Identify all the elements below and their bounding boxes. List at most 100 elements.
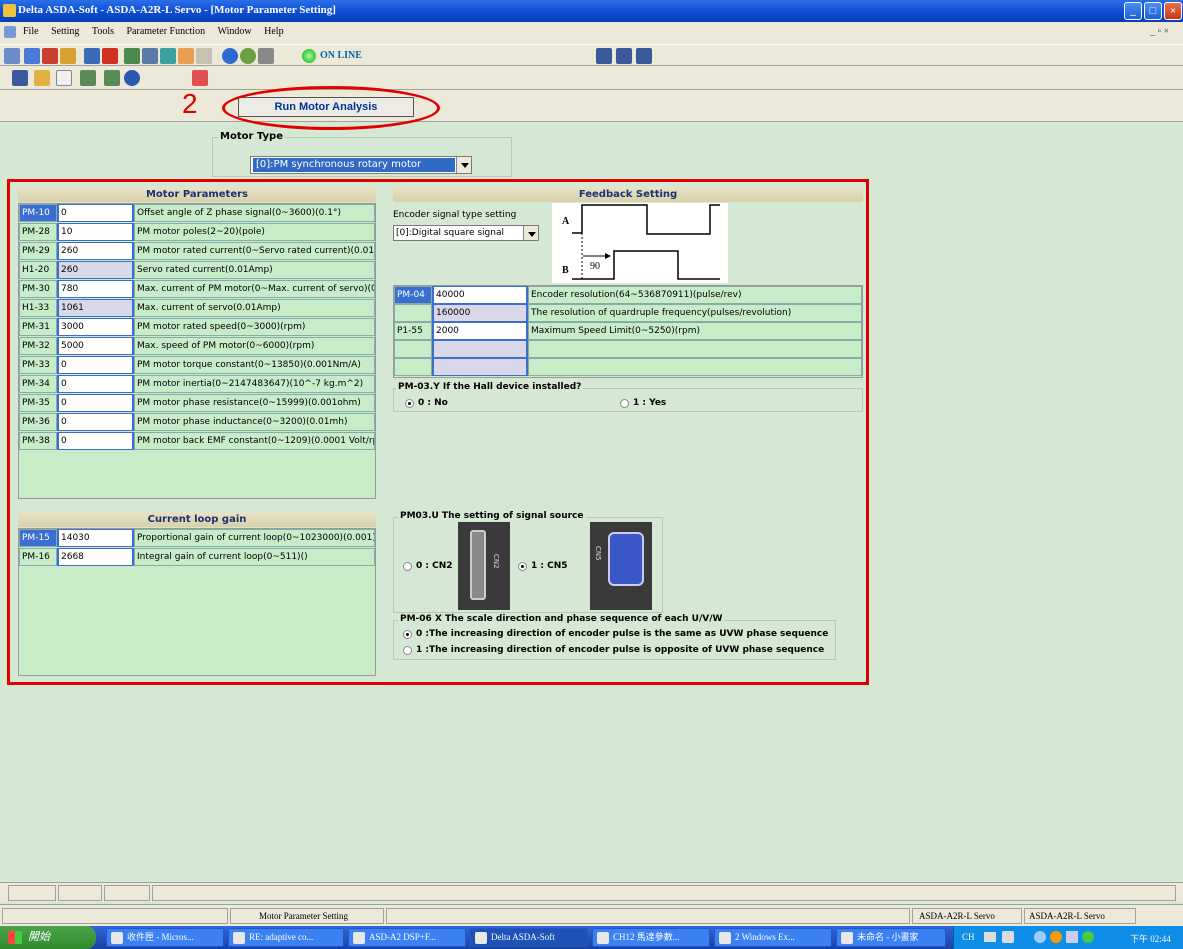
- chart-icon[interactable]: [142, 48, 158, 64]
- monitor-icon[interactable]: [84, 48, 100, 64]
- parameter-value-input[interactable]: 260: [57, 242, 134, 260]
- language-indicator[interactable]: CH: [962, 932, 975, 942]
- parameter-value-input[interactable]: 780: [57, 280, 134, 298]
- taskbar-item-label: ASD-A2 DSP+F...: [369, 932, 436, 942]
- hand-icon[interactable]: [178, 48, 194, 64]
- menu-help[interactable]: Help: [259, 22, 288, 41]
- encoder-signal-diagram: A B 90: [552, 203, 728, 283]
- minimize-button[interactable]: _: [1124, 2, 1142, 20]
- parameter-code: [394, 304, 432, 322]
- parameter-value-input[interactable]: 1061: [57, 299, 134, 317]
- parameter-description: Max. current of servo(0.01Amp): [134, 299, 375, 317]
- parameter-value-input[interactable]: 40000: [432, 286, 528, 304]
- cascade-icon[interactable]: [616, 48, 632, 64]
- parameter-value-input[interactable]: 160000: [432, 304, 528, 322]
- motor-type-label: Motor Type: [218, 131, 285, 142]
- signal-b-label: B: [562, 265, 569, 276]
- menu-tools[interactable]: Tools: [87, 22, 119, 41]
- ime-help-icon[interactable]: [1002, 931, 1014, 943]
- taskbar-item[interactable]: 收件匣 - Micros...: [106, 928, 224, 947]
- gear-icon[interactable]: [124, 48, 140, 64]
- menu-setting[interactable]: Setting: [46, 22, 84, 41]
- taskbar-item[interactable]: CH12 馬達參數...: [592, 928, 710, 947]
- parameter-value-input[interactable]: 0: [57, 356, 134, 374]
- arrange-icon[interactable]: [636, 48, 652, 64]
- keyboard-icon[interactable]: [984, 932, 996, 942]
- online-indicator: ON LINE: [302, 48, 362, 64]
- network-icon[interactable]: [1034, 931, 1046, 943]
- taskbar-item-label: 2 Windows Ex...: [735, 932, 795, 942]
- hall-yes-radio[interactable]: [620, 399, 629, 408]
- motor-parameters-table: PM-10 0 Offset angle of Z phase signal(0~3…: [18, 203, 376, 499]
- parameter-value-input[interactable]: 0: [57, 375, 134, 393]
- parameter-value-input[interactable]: 3000: [57, 318, 134, 336]
- hall-no-radio[interactable]: [405, 399, 414, 408]
- taskbar-item[interactable]: 未命名 - 小畫家: [836, 928, 946, 947]
- parameter-value-input[interactable]: 0: [57, 204, 134, 222]
- direction-opposite-radio[interactable]: [403, 646, 412, 655]
- taskbar-item-label: 未命名 - 小畫家: [857, 932, 919, 942]
- parameter-value-input[interactable]: [432, 340, 528, 358]
- parameter-value-input[interactable]: [432, 358, 528, 376]
- menu-window[interactable]: Window: [213, 22, 257, 41]
- chevron-down-icon[interactable]: [523, 226, 538, 240]
- taskbar-item[interactable]: 2 Windows Ex...: [714, 928, 832, 947]
- menu-parameter-function[interactable]: Parameter Function: [122, 22, 211, 41]
- parameter-value-input[interactable]: 14030: [57, 529, 134, 547]
- write-icon[interactable]: [104, 70, 120, 86]
- jog-icon[interactable]: [196, 48, 212, 64]
- parameter-row: PM-35 0 PM motor phase resistance(0~15999)…: [19, 394, 375, 412]
- taskbar-item[interactable]: Delta ASDA-Soft: [470, 928, 588, 947]
- system-clock[interactable]: 下午 02:44: [1130, 932, 1171, 945]
- new-icon[interactable]: [56, 70, 72, 86]
- mdi-controls[interactable]: _ ▫ ×: [1150, 26, 1169, 37]
- info-icon[interactable]: [240, 48, 256, 64]
- motor-icon[interactable]: [60, 48, 76, 64]
- parameter-value-input[interactable]: 2000: [432, 322, 528, 340]
- parameter-value-input[interactable]: 2668: [57, 548, 134, 566]
- home-icon[interactable]: [4, 48, 20, 64]
- close-button[interactable]: ×: [1164, 2, 1182, 20]
- tune-icon[interactable]: [42, 48, 58, 64]
- question-icon[interactable]: [124, 70, 140, 86]
- parameter-value-input[interactable]: 0: [57, 413, 134, 431]
- parameter-code: PM-28: [19, 223, 57, 241]
- antivirus-icon[interactable]: [1050, 931, 1062, 943]
- help-icon[interactable]: [222, 48, 238, 64]
- motor-type-select[interactable]: [0]:PM synchronous rotary motor: [250, 156, 472, 174]
- menu-file[interactable]: File: [18, 22, 44, 41]
- start-button[interactable]: 開始: [0, 926, 96, 949]
- taskbar-item-label: Delta ASDA-Soft: [491, 932, 555, 942]
- read-icon[interactable]: [80, 70, 96, 86]
- encoder-type-select[interactable]: [0]:Digital square signal: [393, 225, 539, 241]
- tile-icon[interactable]: [596, 48, 612, 64]
- analysis-icon[interactable]: [192, 70, 208, 86]
- parameter-code: PM-33: [19, 356, 57, 374]
- chevron-down-icon[interactable]: [456, 157, 471, 173]
- parameter-row: H1-33 1061 Max. current of servo(0.01Amp): [19, 299, 375, 317]
- parameter-value-input[interactable]: 10: [57, 223, 134, 241]
- sub-status-bar: [0, 882, 1183, 902]
- volume-icon[interactable]: [1066, 931, 1078, 943]
- direction-same-radio[interactable]: [403, 630, 412, 639]
- port-icon[interactable]: [258, 48, 274, 64]
- save-icon[interactable]: [12, 70, 28, 86]
- parameter-value-input[interactable]: 0: [57, 394, 134, 412]
- parameter-value-input[interactable]: 5000: [57, 337, 134, 355]
- parameter-value-input[interactable]: 260: [57, 261, 134, 279]
- alarm-icon[interactable]: [102, 48, 118, 64]
- messenger-icon[interactable]: [1082, 931, 1094, 943]
- parameter-description: PM motor rated speed(0~3000)(rpm): [134, 318, 375, 336]
- cn2-radio[interactable]: [403, 562, 412, 571]
- cn5-radio[interactable]: [518, 562, 527, 571]
- parameter-row: [394, 358, 862, 376]
- maximize-button[interactable]: □: [1144, 2, 1162, 20]
- open-icon[interactable]: [34, 70, 50, 86]
- phase-label: 90: [590, 261, 600, 272]
- taskbar-item[interactable]: ASD-A2 DSP+F...: [348, 928, 466, 947]
- parameter-value-input[interactable]: 0: [57, 432, 134, 450]
- scope-icon[interactable]: [24, 48, 40, 64]
- status-bar: Motor Parameter Setting ASDA-A2R-L Servo…: [0, 904, 1183, 926]
- plug-icon[interactable]: [160, 48, 176, 64]
- taskbar-item[interactable]: RE: adaptive co...: [228, 928, 344, 947]
